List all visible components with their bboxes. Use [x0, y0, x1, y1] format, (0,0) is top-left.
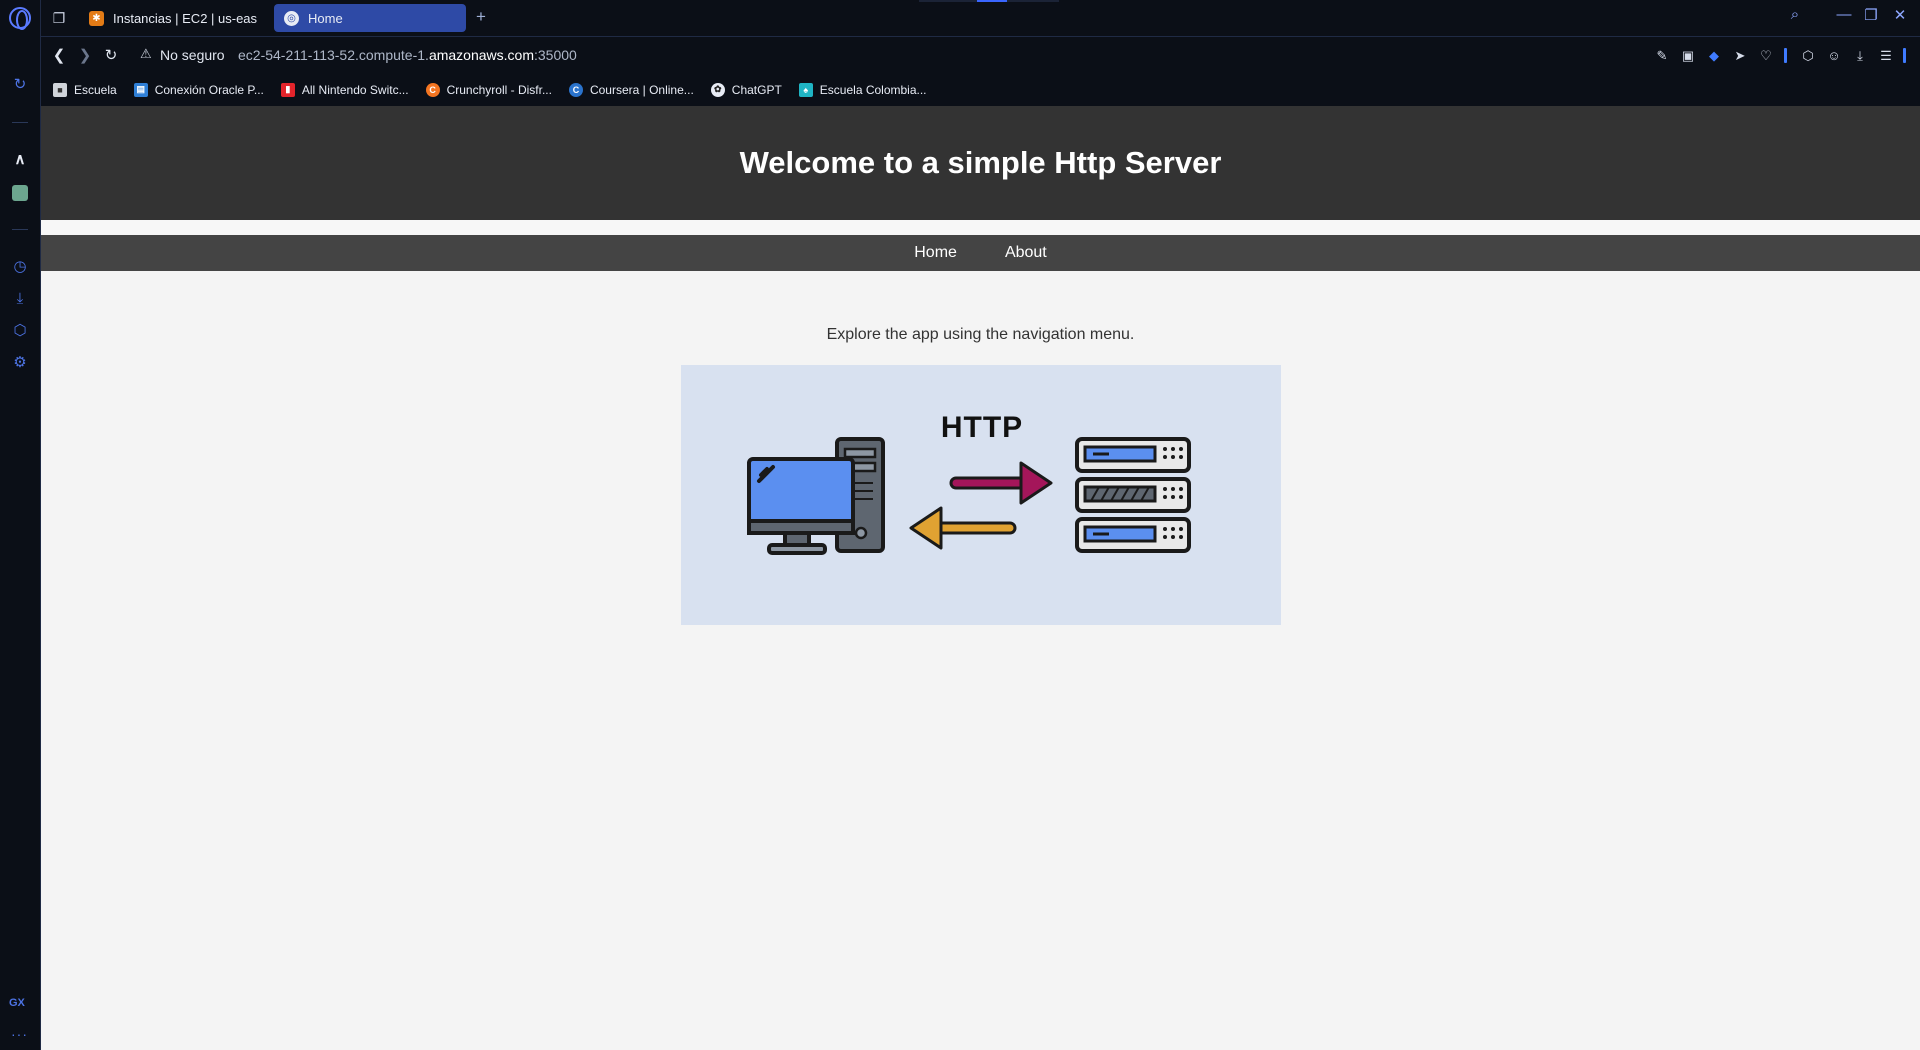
send-icon[interactable]: ➤	[1731, 47, 1749, 65]
browser-sidebar: ↻ ∧ ◷ ⤓ ⬡ ⚙ GX ···	[0, 0, 41, 1050]
globe-icon: ◎	[284, 10, 299, 26]
sidebar-divider	[12, 229, 28, 230]
bookmark-label: Conexión Oracle P...	[154, 82, 264, 97]
server-rack-icon	[1075, 437, 1191, 553]
chatgpt-sidebar-icon[interactable]	[11, 184, 29, 202]
toolbar-separator	[1903, 48, 1906, 63]
minimize-button[interactable]: —	[1832, 6, 1856, 23]
back-button[interactable]: ❮	[49, 46, 69, 66]
workspaces-icon[interactable]: ❐	[49, 8, 69, 28]
opera-logo-icon[interactable]	[9, 7, 31, 30]
drag-indicator	[919, 0, 1059, 2]
heart-icon[interactable]: ♡	[1757, 47, 1775, 65]
security-status[interactable]: No seguro	[160, 47, 225, 63]
downloads-icon[interactable]: ⤓	[11, 290, 29, 308]
oracle-icon: ▤	[133, 82, 148, 97]
tab-label: Home	[308, 10, 343, 26]
vpn-shield-icon[interactable]: ◆	[1705, 47, 1723, 65]
bookmark-chatgpt[interactable]: ✿ ChatGPT	[710, 82, 782, 97]
bookmark-label: Escuela Colombia...	[819, 82, 927, 97]
more-options-icon[interactable]: ···	[11, 1026, 28, 1042]
aws-icon: ✱	[89, 10, 104, 26]
forward-button[interactable]: ❯	[75, 46, 95, 66]
page-title: Welcome to a simple Http Server	[739, 144, 1222, 180]
bookmark-nintendo[interactable]: ▮ All Nintendo Switc...	[280, 82, 409, 97]
bookmark-escuela-colombiana[interactable]: ♠ Escuela Colombia...	[798, 82, 927, 97]
intro-text: Explore the app using the navigation men…	[826, 326, 1135, 343]
http-label: HTTP	[941, 411, 1023, 444]
extensions-cube-icon[interactable]: ⬡	[11, 322, 29, 340]
bookmark-escuela[interactable]: ■ Escuela	[53, 82, 117, 97]
nav-about-link[interactable]: About	[1005, 244, 1047, 262]
tab-label: Instancias | EC2 | us-east-	[113, 10, 257, 26]
web-page: Welcome to a simple Http Server Home Abo…	[41, 106, 1920, 1050]
speed-dial-icon[interactable]: ↻	[11, 76, 29, 94]
school-icon: ■	[53, 82, 67, 97]
search-tabs-icon[interactable]: ⌕	[1783, 6, 1807, 23]
bookmark-label: Crunchyroll - Disfr...	[446, 82, 552, 97]
response-arrow-icon	[909, 506, 1017, 550]
nav-home-link[interactable]: Home	[914, 244, 957, 262]
url-domain: amazonaws.com	[428, 47, 534, 63]
coursera-icon: C	[568, 82, 583, 97]
url-port: :35000	[533, 47, 577, 63]
nintendo-icon: ▮	[280, 82, 295, 97]
page-nav: Home About	[41, 235, 1920, 271]
crunchyroll-icon: C	[425, 82, 440, 97]
gx-control-icon[interactable]: GX	[9, 997, 25, 1009]
tab-ec2-instances[interactable]: ✱ Instancias | EC2 | us-east-	[79, 4, 267, 32]
http-illustration: HTTP	[681, 365, 1281, 625]
new-tab-button[interactable]: +	[471, 8, 491, 28]
escuela-colombiana-icon: ♠	[798, 82, 813, 97]
url-field[interactable]: ec2-54-211-113-52.compute-1.amazonaws.co…	[238, 47, 577, 63]
aria-icon[interactable]: ∧	[11, 151, 29, 169]
tab-bar: ❐ ✱ Instancias | EC2 | us-east- ◎ Home +…	[41, 0, 1920, 36]
bookmark-crunchyroll[interactable]: C Crunchyroll - Disfr...	[425, 82, 552, 97]
camera-icon[interactable]: ▣	[1679, 47, 1697, 65]
bookmark-oracle[interactable]: ▤ Conexión Oracle P...	[133, 82, 264, 97]
history-icon[interactable]: ◷	[11, 258, 29, 276]
bookmark-label: Coursera | Online...	[589, 82, 694, 97]
extensions-icon[interactable]: ⬡	[1799, 47, 1817, 65]
warning-triangle-icon[interactable]: ⚠	[140, 46, 152, 62]
close-window-button[interactable]: ✕	[1888, 6, 1912, 24]
request-arrow-icon	[949, 461, 1053, 505]
snapshot-edit-icon[interactable]: ✎	[1653, 47, 1671, 65]
settings-gear-icon[interactable]: ⚙	[11, 354, 29, 372]
chatgpt-icon: ✿	[710, 82, 725, 97]
url-prefix: ec2-54-211-113-52.compute-1.	[238, 47, 429, 63]
bookmark-label: All Nintendo Switc...	[301, 82, 409, 97]
http-diagram: HTTP	[747, 411, 1191, 555]
restore-button[interactable]: ❐	[1859, 6, 1883, 24]
download-icon[interactable]: ⤓	[1851, 47, 1869, 65]
header-gap	[41, 220, 1920, 235]
tab-home[interactable]: ◎ Home	[274, 4, 466, 32]
address-bar: ❮ ❯ ↻ ⚠ No seguro ec2-54-211-113-52.comp…	[41, 36, 1920, 73]
reload-button[interactable]: ↻	[101, 46, 121, 66]
bookmark-label: Escuela	[74, 82, 117, 97]
bookmark-coursera[interactable]: C Coursera | Online...	[568, 82, 694, 97]
bookmarks-bar: ■ Escuela ▤ Conexión Oracle P... ▮ All Nint…	[41, 73, 1920, 106]
page-header: Welcome to a simple Http Server	[41, 106, 1920, 220]
sidebar-divider	[12, 122, 28, 123]
profile-icon[interactable]: ☺	[1825, 47, 1843, 65]
toolbar-separator	[1784, 48, 1787, 63]
bookmark-label: ChatGPT	[731, 82, 782, 97]
easy-setup-menu-icon[interactable]: ☰	[1877, 47, 1895, 65]
